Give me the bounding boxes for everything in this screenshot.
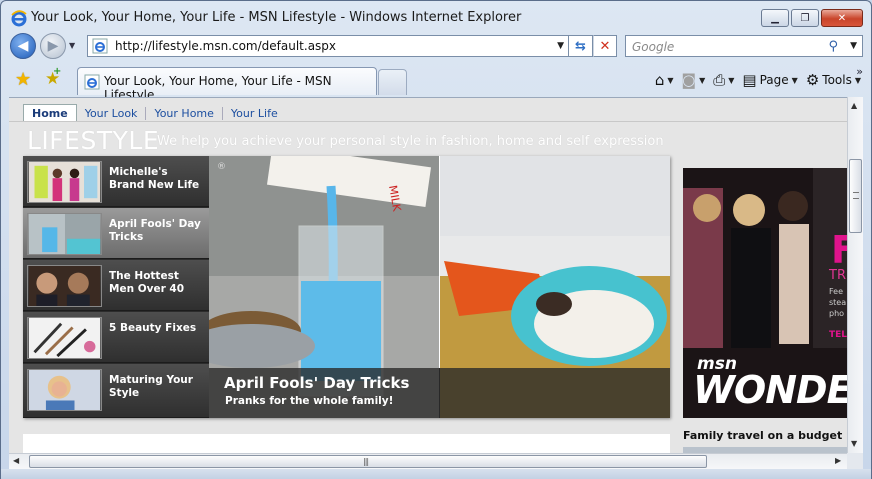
back-button[interactable]: ◀	[10, 33, 36, 59]
hero-title[interactable]: April Fools' Day Tricks	[224, 374, 409, 392]
window-title: Your Look, Your Home, Your Life - MSN Li…	[31, 10, 522, 25]
hero-image[interactable]: MILK ® April Fools' Day Tricks Pranks fo…	[209, 156, 670, 418]
print-button[interactable]: ⎙ ▼	[713, 71, 734, 89]
gear-icon: ⚙	[805, 71, 820, 89]
close-button[interactable]: ✕	[821, 9, 863, 27]
smiling-woman-thumbnail	[27, 369, 102, 411]
feature-item-label: 5 Beauty Fixes	[109, 322, 197, 334]
feature-item-michelle[interactable]: Michelle's Brand New Life	[23, 156, 209, 207]
hero-subtitle: Pranks for the whole family!	[225, 395, 394, 407]
add-favorites-icon[interactable]: ★ +	[45, 66, 61, 89]
site-tagline: We help you achieve your personal style …	[157, 134, 664, 149]
two-women-thumbnail	[27, 161, 102, 203]
page-menu-icon: ▤	[742, 71, 757, 89]
home-icon: ⌂	[654, 71, 665, 89]
stop-button[interactable]: ✕	[593, 35, 617, 57]
scroll-down-icon[interactable]: ▼	[851, 439, 857, 448]
scroll-up-icon[interactable]: ▲	[851, 101, 857, 110]
feeds-icon: ◙	[681, 71, 697, 89]
tools-menu-button[interactable]: ⚙ Tools ▼	[806, 71, 861, 89]
page-icon	[92, 38, 108, 54]
site-tab-home[interactable]: Home	[23, 104, 77, 122]
ad-small-text: TR	[829, 268, 846, 283]
hero-caption: April Fools' Day Tricks Pranks for the w…	[209, 368, 670, 418]
new-tab-button[interactable]	[378, 69, 407, 95]
page-dropdown-icon: ▼	[791, 75, 798, 85]
tools-menu-label: Tools	[822, 73, 852, 87]
tab-page-icon	[84, 74, 100, 90]
favorites-star-icon[interactable]: ★	[15, 69, 31, 90]
feature-item-hottest-men[interactable]: The Hottest Men Over 40	[23, 260, 209, 311]
horizontal-scrollbar[interactable]: ◀ ||| ▶	[9, 453, 847, 469]
maximize-button[interactable]: ❐	[791, 9, 819, 27]
address-bar[interactable]: http://lifestyle.msn.com/default.aspx ▼	[87, 35, 569, 57]
makeup-brushes-thumbnail	[27, 317, 102, 359]
feeds-button[interactable]: ◙ ▼	[682, 71, 706, 89]
ad-letter: F	[831, 228, 847, 272]
status-bar	[1, 469, 871, 479]
site-brand[interactable]: LIFESTYLE	[27, 126, 159, 155]
feeds-dropdown-icon[interactable]: ▼	[699, 76, 705, 85]
print-dropdown-icon[interactable]: ▼	[728, 76, 734, 85]
feature-item-label: The Hottest Men Over 40	[109, 270, 185, 295]
page-menu-label: Page	[759, 73, 789, 87]
browser-window: Your Look, Your Home, Your Life - MSN Li…	[0, 0, 872, 479]
feature-carousel: Michelle's Brand New Life April Fools' D…	[23, 156, 670, 418]
home-dropdown-icon[interactable]: ▼	[667, 76, 673, 85]
feature-item-beauty-fixes[interactable]: 5 Beauty Fixes	[23, 312, 209, 363]
feature-item-label: Michelle's Brand New Life	[109, 166, 200, 191]
tools-dropdown-icon: ▼	[854, 75, 861, 85]
ad-tel-text: TEL	[829, 330, 847, 340]
ad-wonder-text: WONDER	[693, 368, 847, 412]
advertisement-banner[interactable]: F TR Fee stea pho TEL msn WONDER	[683, 168, 847, 418]
site-link-your-life[interactable]: Your Life	[223, 107, 286, 120]
tab-msn-lifestyle[interactable]: Your Look, Your Home, Your Life - MSN Li…	[77, 67, 377, 102]
feature-item-label: Maturing Your Style	[109, 374, 193, 399]
blue-milk-thumbnail	[27, 213, 102, 255]
vertical-scrollbar[interactable]: ▲ ▼	[847, 97, 863, 453]
scroll-right-icon[interactable]: ▶	[835, 456, 841, 465]
scrollbar-corner	[847, 453, 863, 469]
nav-divider	[9, 121, 847, 122]
scroll-left-icon[interactable]: ◀	[13, 456, 19, 465]
page-menu-button[interactable]: ▤ Page ▼	[742, 71, 797, 89]
site-link-your-home[interactable]: Your Home	[146, 106, 223, 120]
home-button[interactable]: ⌂ ▼	[655, 71, 674, 89]
feature-item-label: April Fools' Day Tricks	[109, 218, 201, 243]
forward-button[interactable]: ▶	[40, 33, 66, 59]
men-portraits-thumbnail	[27, 265, 102, 307]
ie-logo-icon	[11, 10, 27, 27]
site-navigation: Home Your Look Your Home Your Life	[23, 104, 286, 122]
minimize-button[interactable]: ▁	[761, 9, 789, 27]
address-dropdown-icon[interactable]: ▼	[557, 41, 564, 51]
address-input[interactable]: http://lifestyle.msn.com/default.aspx	[115, 39, 336, 53]
sidebar-heading[interactable]: Family travel on a budget	[683, 429, 842, 442]
vertical-scroll-thumb[interactable]	[849, 159, 862, 233]
tab-bar: ★ ★ + Your Look, Your Home, Your Life - M…	[1, 63, 871, 102]
ad-tiny-text: Fee stea pho	[829, 287, 847, 318]
search-input[interactable]: Google	[632, 40, 674, 54]
refresh-button[interactable]: ⇆	[569, 35, 593, 57]
search-box[interactable]: Google ⚲ ▼	[625, 35, 863, 57]
content-box	[23, 434, 670, 453]
feature-item-april-fools[interactable]: April Fools' Day Tricks	[23, 208, 209, 259]
site-link-your-look[interactable]: Your Look	[77, 106, 147, 120]
navigation-bar: ◀ ▶ ▼ http://lifestyle.msn.com/default.a…	[1, 31, 871, 61]
page-viewport: Home Your Look Your Home Your Life LIFES…	[9, 97, 847, 453]
recent-pages-dropdown[interactable]: ▼	[69, 41, 75, 50]
search-icon[interactable]: ⚲	[828, 39, 838, 54]
title-bar: Your Look, Your Home, Your Life - MSN Li…	[1, 1, 871, 35]
feature-item-maturing-style[interactable]: Maturing Your Style	[23, 364, 209, 418]
search-options-dropdown[interactable]: ▼	[850, 41, 857, 51]
window-controls: ▁ ❐ ✕	[761, 9, 863, 27]
copyright-mark: ®	[217, 162, 226, 172]
grip-icon: |||	[363, 457, 369, 466]
horizontal-scroll-thumb[interactable]: |||	[29, 455, 707, 468]
grip-icon	[853, 192, 859, 199]
print-icon: ⎙	[713, 71, 726, 89]
command-bar: ⌂ ▼ ◙ ▼ ⎙ ▼ ▤ Page ▼ ⚙ Tools ▼	[655, 69, 861, 91]
